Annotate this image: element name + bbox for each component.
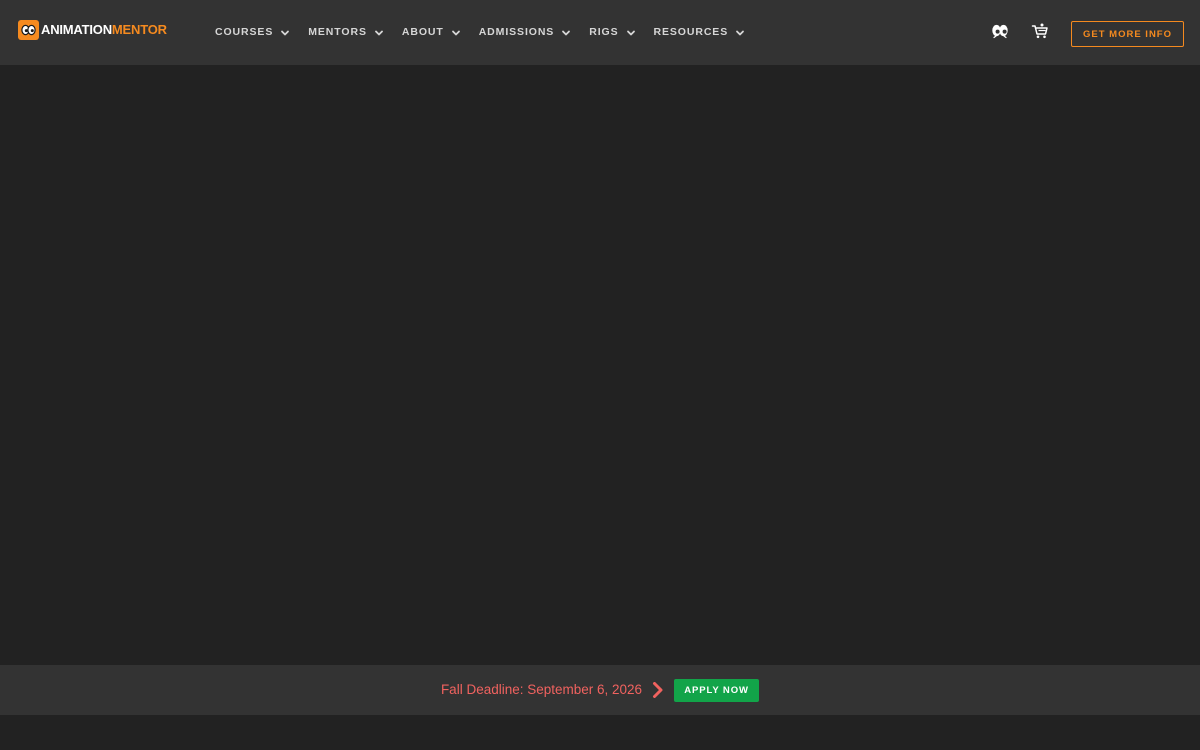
nav-label: COURSES	[215, 26, 274, 39]
main-nav: COURSES MENTORS ABOUT ADMISSIONS RIGS RE…	[215, 0, 763, 65]
eyes-icon[interactable]	[990, 22, 1010, 40]
get-more-info-button[interactable]: GET MORE INFO	[1071, 21, 1184, 47]
nav-item-courses[interactable]: COURSES	[215, 0, 290, 65]
chevron-down-icon	[736, 30, 745, 35]
deadline-text[interactable]: Fall Deadline: September 6, 2026	[441, 683, 642, 697]
chevron-down-icon	[281, 30, 290, 35]
site-header: ANIMATION MENTOR COURSES MENTORS ABOUT A…	[0, 0, 1200, 65]
nav-item-resources[interactable]: RESOURCES	[654, 0, 746, 65]
nav-label: MENTORS	[308, 26, 367, 39]
footer-strip	[0, 715, 1200, 750]
eyes-logo-icon	[18, 20, 39, 40]
chevron-down-icon	[374, 30, 383, 35]
apply-now-button[interactable]: APPLY NOW	[674, 678, 760, 702]
brand-name-part2: MENTOR	[111, 22, 167, 37]
nav-label: RIGS	[589, 26, 619, 39]
deadline-bar: Fall Deadline: September 6, 2026 APPLY N…	[0, 665, 1200, 715]
nav-label: ADMISSIONS	[478, 26, 555, 39]
nav-item-mentors[interactable]: MENTORS	[308, 0, 384, 65]
brand-logo[interactable]: ANIMATION MENTOR	[18, 20, 167, 40]
chevron-right-icon[interactable]	[651, 682, 665, 698]
brand-name-part1: ANIMATION	[41, 22, 112, 37]
nav-label: RESOURCES	[653, 26, 729, 39]
nav-label: ABOUT	[401, 26, 444, 39]
nav-item-rigs[interactable]: RIGS	[589, 0, 635, 65]
cart-icon[interactable]	[1030, 22, 1050, 40]
nav-item-admissions[interactable]: ADMISSIONS	[479, 0, 572, 65]
chevron-down-icon	[562, 30, 571, 35]
chevron-down-icon	[451, 30, 460, 35]
chevron-down-icon	[626, 30, 635, 35]
main-content	[0, 65, 1200, 665]
nav-item-about[interactable]: ABOUT	[402, 0, 461, 65]
